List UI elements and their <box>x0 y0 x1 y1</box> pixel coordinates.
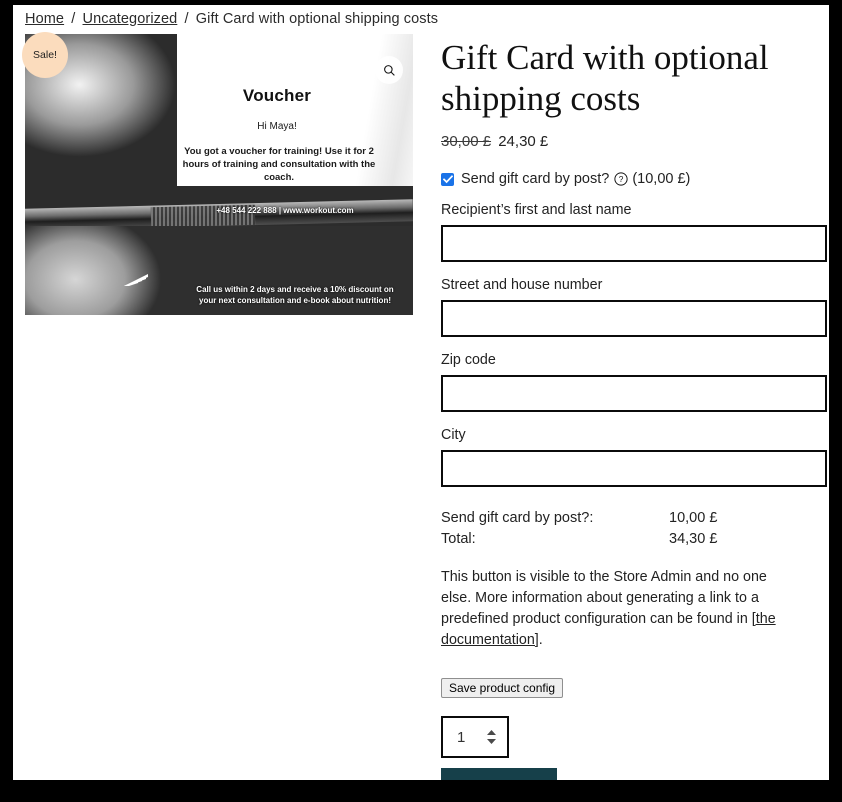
admin-note-period: . <box>538 632 543 648</box>
breadcrumb-separator-2: / <box>184 11 189 27</box>
voucher-promo-text: Call us within 2 days and receive a 10% … <box>196 285 394 305</box>
breadcrumb-link-home[interactable]: Home <box>25 11 64 27</box>
zip-code-input[interactable] <box>441 375 827 412</box>
totals-value-total: 34,30 £ <box>669 531 718 547</box>
product-summary: Gift Card with optional shipping costs 3… <box>441 37 827 780</box>
field-city: City <box>441 427 827 487</box>
quantity-value[interactable]: 1 <box>457 729 465 746</box>
save-product-config-button[interactable]: Save product config <box>441 678 564 699</box>
field-recipient-name: Recipient’s first and last name <box>441 202 827 262</box>
price-block: 30,00 £ 24,30 £ <box>441 133 827 150</box>
chevron-up-icon[interactable] <box>486 729 497 736</box>
breadcrumb: Home / Uncategorized / Gift Card with op… <box>25 11 438 27</box>
breadcrumb-current: Gift Card with optional shipping costs <box>195 11 439 27</box>
field-street: Street and house number <box>441 277 827 337</box>
voucher-greeting: Hi Maya! <box>257 121 297 132</box>
field-label-zip: Zip code <box>441 352 496 368</box>
svg-text:?: ? <box>619 174 624 184</box>
quantity-stepper[interactable]: 1 <box>441 716 509 759</box>
city-input[interactable] <box>441 450 827 487</box>
voucher-body-text: You got a voucher for training! Use it f… <box>182 146 376 183</box>
magnifier-icon <box>383 64 395 76</box>
totals-row: Send gift card by post?: 10,00 £ <box>441 508 827 529</box>
field-zip: Zip code <box>441 352 827 412</box>
totals-block: Send gift card by post?: 10,00 £ Total: … <box>441 508 827 550</box>
price-original: 30,00 £ <box>441 133 492 150</box>
chevron-down-icon[interactable] <box>486 738 497 745</box>
zoom-button[interactable] <box>375 56 403 84</box>
field-label-street: Street and house number <box>441 277 603 293</box>
product-gallery: Voucher Hi Maya! You got a voucher for t… <box>22 32 413 315</box>
street-input[interactable] <box>441 300 827 337</box>
send-by-post-price: (10,00 £) <box>632 171 691 187</box>
totals-row: Total: 34,30 £ <box>441 529 827 550</box>
sale-badge: Sale! <box>22 32 68 78</box>
brand-logo-icon <box>124 274 148 286</box>
shipping-option-row: Send gift card by post? ? (10,00 £) <box>441 171 827 187</box>
send-by-post-label: Send gift card by post? <box>461 171 610 187</box>
admin-note: This button is visible to the Store Admi… <box>441 567 796 651</box>
page-title: Gift Card with optional shipping costs <box>441 38 769 118</box>
totals-label-shipping: Send gift card by post?: <box>441 510 594 526</box>
question-mark-circle-icon[interactable]: ? <box>614 172 628 186</box>
send-by-post-checkbox[interactable] <box>441 172 454 186</box>
admin-note-text: This button is visible to the Store Admi… <box>441 569 767 627</box>
totals-label-total: Total: <box>441 531 476 547</box>
field-label-recipient-name: Recipient’s first and last name <box>441 202 632 218</box>
quantity-spinner[interactable] <box>486 729 497 745</box>
voucher-title: Voucher <box>242 86 312 105</box>
totals-value-shipping: 10,00 £ <box>669 510 718 526</box>
field-label-city: City <box>441 427 466 443</box>
breadcrumb-link-category[interactable]: Uncategorized <box>83 11 178 27</box>
product-image[interactable]: Voucher Hi Maya! You got a voucher for t… <box>25 34 413 315</box>
product-page: Home / Uncategorized / Gift Card with op… <box>13 5 829 780</box>
add-to-cart-button[interactable]: Add to cart <box>441 768 557 780</box>
voucher-contact: +48 544 222 888 | www.workout.com <box>216 206 354 215</box>
recipient-name-input[interactable] <box>441 225 827 262</box>
price-current: 24,30 £ <box>498 133 549 150</box>
checkmark-icon <box>442 174 453 183</box>
breadcrumb-separator-1: / <box>71 11 76 27</box>
